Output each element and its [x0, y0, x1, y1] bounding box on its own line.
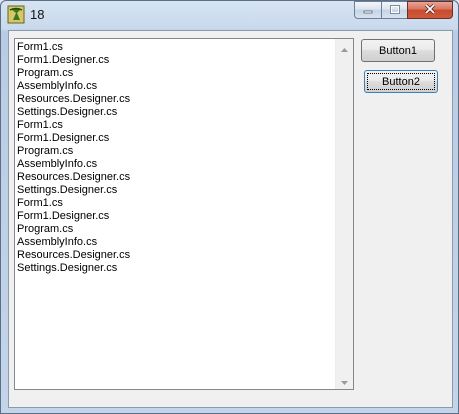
close-button[interactable]: [407, 1, 453, 19]
list-item[interactable]: Form1.Designer.cs: [17, 210, 130, 223]
client-area: Form1.cs Form1.Designer.cs Program.cs Assem…: [8, 30, 453, 408]
window-title: 18: [30, 7, 45, 22]
list-item[interactable]: Resources.Designer.cs: [17, 93, 130, 106]
file-listbox[interactable]: Form1.cs Form1.Designer.cs Program.cs Assem…: [14, 38, 354, 390]
scroll-up-button[interactable]: [336, 39, 353, 56]
button2[interactable]: Button2: [364, 70, 438, 93]
listbox-items: Form1.cs Form1.Designer.cs Program.cs Assem…: [17, 41, 130, 275]
scroll-down-button[interactable]: [336, 372, 353, 389]
maximize-icon: [389, 1, 400, 19]
list-item[interactable]: Form1.Designer.cs: [17, 54, 130, 67]
list-item[interactable]: Resources.Designer.cs: [17, 171, 130, 184]
scroll-down-arrow-icon: [341, 372, 348, 390]
list-item[interactable]: AssemblyInfo.cs: [17, 158, 130, 171]
list-item[interactable]: Settings.Designer.cs: [17, 262, 130, 275]
list-item[interactable]: Form1.cs: [17, 197, 130, 210]
caption-buttons: [354, 1, 453, 20]
list-item[interactable]: AssemblyInfo.cs: [17, 80, 130, 93]
list-item[interactable]: Settings.Designer.cs: [17, 106, 130, 119]
app-icon[interactable]: [7, 5, 25, 24]
minimize-icon: [363, 1, 373, 19]
minimize-button[interactable]: [354, 1, 381, 19]
focus-rectangle: [367, 73, 435, 90]
button1-label: Button1: [379, 44, 417, 57]
list-item[interactable]: Form1.cs: [17, 41, 130, 54]
list-item[interactable]: Form1.cs: [17, 119, 130, 132]
list-item[interactable]: Program.cs: [17, 223, 130, 236]
list-item[interactable]: Settings.Designer.cs: [17, 184, 130, 197]
vertical-scrollbar[interactable]: [335, 39, 353, 389]
title-bar[interactable]: 18: [0, 0, 459, 30]
scroll-up-arrow-icon: [341, 39, 348, 57]
maximize-button[interactable]: [381, 1, 407, 19]
list-item[interactable]: AssemblyInfo.cs: [17, 236, 130, 249]
button1[interactable]: Button1: [361, 39, 435, 62]
list-item[interactable]: Program.cs: [17, 145, 130, 158]
close-icon: [424, 1, 436, 19]
list-item[interactable]: Resources.Designer.cs: [17, 249, 130, 262]
list-item[interactable]: Form1.Designer.cs: [17, 132, 130, 145]
list-item[interactable]: Program.cs: [17, 67, 130, 80]
